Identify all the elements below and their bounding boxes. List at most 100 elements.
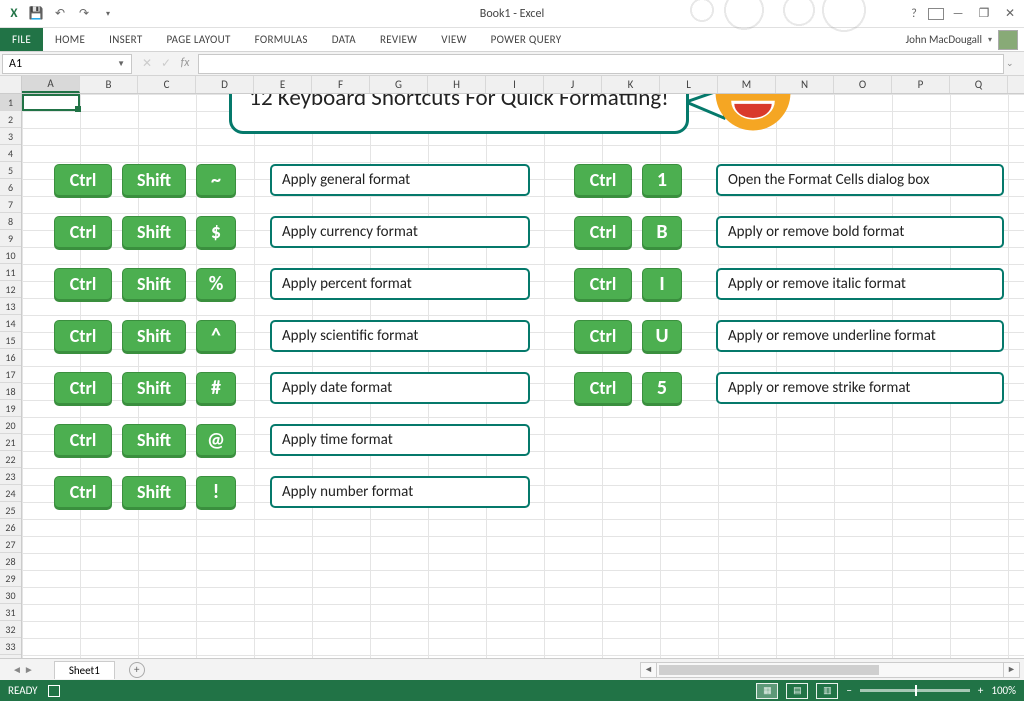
row-header[interactable]: 25 (0, 502, 21, 519)
col-header[interactable]: F (312, 76, 370, 93)
row-header[interactable]: 32 (0, 621, 21, 638)
zoom-out-icon[interactable]: − (846, 684, 851, 697)
redo-icon[interactable]: ↷ (74, 4, 94, 24)
sheet-next-icon[interactable]: ► (24, 663, 34, 676)
col-header[interactable]: H (428, 76, 486, 93)
name-box-dropdown-icon[interactable]: ▼ (117, 59, 125, 69)
undo-icon[interactable]: ↶ (50, 4, 70, 24)
col-header[interactable]: E (254, 76, 312, 93)
col-header[interactable]: I (486, 76, 544, 93)
scroll-thumb[interactable] (659, 665, 879, 675)
row-header[interactable]: 16 (0, 349, 21, 366)
row-header[interactable]: 28 (0, 553, 21, 570)
zoom-in-icon[interactable]: + (978, 684, 983, 697)
page-layout-view-icon[interactable]: ▤ (786, 683, 808, 699)
shortcut-row: CtrlIApply or remove italic format (574, 268, 1004, 300)
row-header[interactable]: 30 (0, 587, 21, 604)
col-header[interactable]: P (892, 76, 950, 93)
cells-area[interactable]: 12 Keyboard Shortcuts For Quick Formatti… (22, 94, 1024, 658)
col-header[interactable]: C (138, 76, 196, 93)
col-header[interactable]: O (834, 76, 892, 93)
cancel-formula-icon[interactable]: ✕ (138, 56, 156, 71)
col-header[interactable]: L (660, 76, 718, 93)
row-header[interactable]: 31 (0, 604, 21, 621)
ribbon-display-icon[interactable] (928, 8, 944, 20)
tab-review[interactable]: REVIEW (368, 28, 429, 51)
row-header[interactable]: 12 (0, 281, 21, 298)
minimize-button[interactable]: — (946, 4, 970, 24)
close-button[interactable]: ✕ (998, 4, 1022, 24)
qat-customize-icon[interactable]: ▾ (98, 4, 118, 24)
tab-power-query[interactable]: POWER QUERY (479, 28, 574, 51)
page-break-view-icon[interactable]: ▥ (816, 683, 838, 699)
row-header[interactable]: 18 (0, 383, 21, 400)
help-icon[interactable]: ? (902, 4, 926, 24)
col-header[interactable]: D (196, 76, 254, 93)
zoom-level[interactable]: 100% (991, 684, 1016, 697)
zoom-slider[interactable] (860, 689, 970, 692)
tab-view[interactable]: VIEW (429, 28, 478, 51)
formula-input[interactable] (198, 54, 1004, 74)
row-header[interactable]: 13 (0, 298, 21, 315)
row-header[interactable]: 21 (0, 434, 21, 451)
new-sheet-button[interactable]: + (129, 662, 145, 678)
enter-formula-icon[interactable]: ✓ (157, 56, 175, 71)
row-header[interactable]: 7 (0, 196, 21, 213)
col-header[interactable]: K (602, 76, 660, 93)
row-header[interactable]: 5 (0, 162, 21, 179)
restore-button[interactable]: ❐ (972, 4, 996, 24)
key-cap: Ctrl (574, 164, 632, 196)
row-header[interactable]: 6 (0, 179, 21, 196)
row-header[interactable]: 2 (0, 111, 21, 128)
fx-icon[interactable]: fx (176, 56, 194, 71)
row-header[interactable]: 24 (0, 485, 21, 502)
save-icon[interactable]: 💾 (26, 4, 46, 24)
row-header[interactable]: 22 (0, 451, 21, 468)
col-header[interactable]: A (22, 76, 80, 93)
horizontal-scrollbar[interactable]: ◄ ► (640, 662, 1020, 678)
row-header[interactable]: 26 (0, 519, 21, 536)
row-header[interactable]: 11 (0, 264, 21, 281)
row-header[interactable]: 14 (0, 315, 21, 332)
avatar[interactable] (998, 30, 1018, 50)
tab-home[interactable]: HOME (43, 28, 97, 51)
sheet-tab[interactable]: Sheet1 (54, 661, 115, 679)
row-headers: 1234567891011121314151617181920212223242… (0, 94, 22, 658)
row-header[interactable]: 27 (0, 536, 21, 553)
worksheet-grid[interactable]: 1234567891011121314151617181920212223242… (0, 94, 1024, 658)
col-header[interactable]: G (370, 76, 428, 93)
row-header[interactable]: 4 (0, 145, 21, 162)
row-header[interactable]: 15 (0, 332, 21, 349)
row-header[interactable]: 33 (0, 638, 21, 655)
row-header[interactable]: 3 (0, 128, 21, 145)
sheet-prev-icon[interactable]: ◄ (12, 663, 22, 676)
user-dropdown-icon[interactable]: ▾ (988, 35, 992, 45)
row-header[interactable]: 8 (0, 213, 21, 230)
tab-insert[interactable]: INSERT (97, 28, 154, 51)
tab-formulas[interactable]: FORMULAS (243, 28, 320, 51)
normal-view-icon[interactable]: ▦ (756, 683, 778, 699)
scroll-right-icon[interactable]: ► (1003, 663, 1019, 677)
col-header[interactable]: B (80, 76, 138, 93)
tab-file[interactable]: FILE (0, 28, 43, 51)
col-header[interactable]: M (718, 76, 776, 93)
select-all-corner[interactable] (0, 76, 22, 93)
row-header[interactable]: 20 (0, 417, 21, 434)
col-header[interactable]: Q (950, 76, 1008, 93)
col-header[interactable]: J (544, 76, 602, 93)
expand-formula-icon[interactable]: ⌄ (1006, 58, 1020, 69)
tab-page-layout[interactable]: PAGE LAYOUT (154, 28, 242, 51)
row-header[interactable]: 9 (0, 230, 21, 247)
macro-record-icon[interactable] (48, 685, 60, 697)
row-header[interactable]: 29 (0, 570, 21, 587)
name-box[interactable]: A1 ▼ (2, 54, 132, 74)
row-header[interactable]: 1 (0, 94, 21, 111)
row-header[interactable]: 19 (0, 400, 21, 417)
tab-data[interactable]: DATA (320, 28, 368, 51)
col-header[interactable]: N (776, 76, 834, 93)
scroll-left-icon[interactable]: ◄ (641, 663, 657, 677)
row-header[interactable]: 17 (0, 366, 21, 383)
row-header[interactable]: 23 (0, 468, 21, 485)
row-header[interactable]: 10 (0, 247, 21, 264)
signed-in-user[interactable]: John MacDougall (906, 33, 982, 46)
